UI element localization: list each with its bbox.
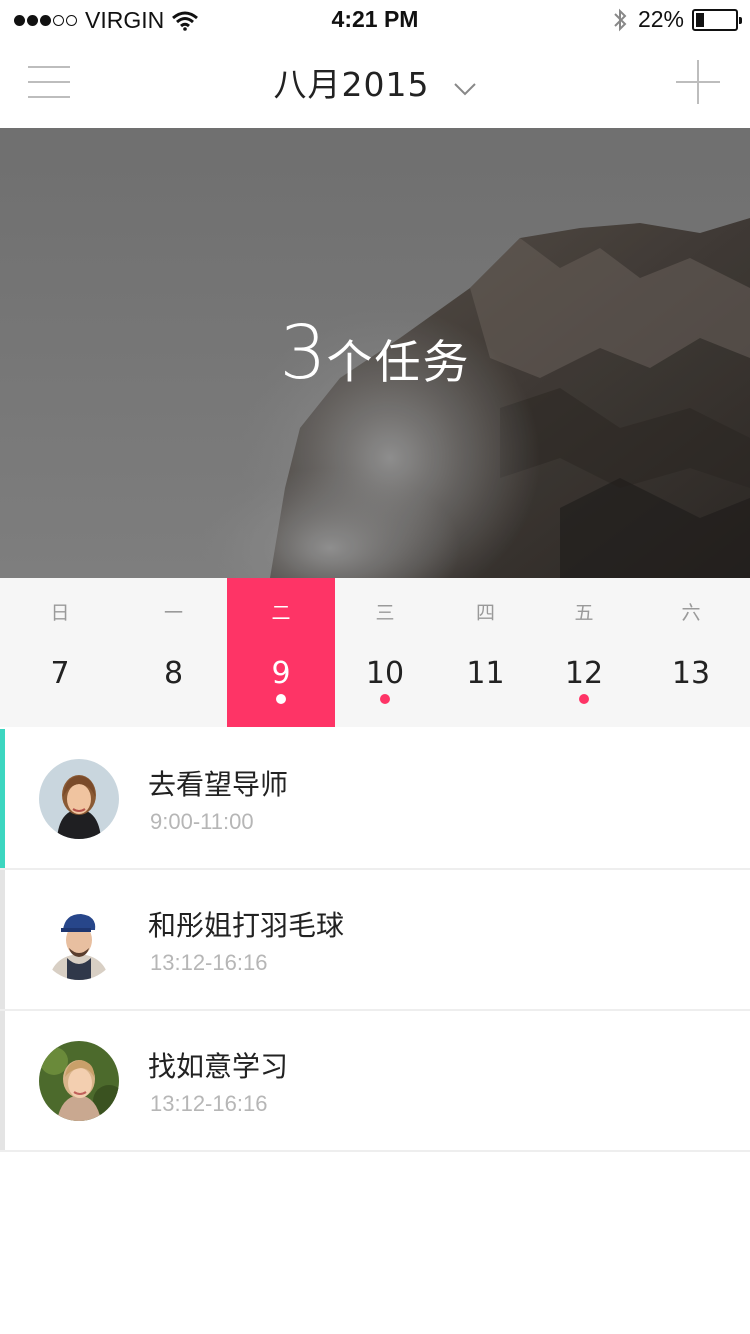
day-weekday-label: 一 xyxy=(163,602,183,624)
task-indicator-dot xyxy=(276,694,286,704)
task-time: 9:00-11:00 xyxy=(150,809,254,834)
day-cell[interactable]: 一8 xyxy=(120,578,227,727)
task-row[interactable]: 去看望导师 9:00-11:00 xyxy=(0,729,750,870)
task-status-bar xyxy=(0,1011,5,1150)
day-weekday-label: 五 xyxy=(574,602,594,624)
plus-icon[interactable] xyxy=(676,60,720,104)
task-time: 13:12-16:16 xyxy=(150,950,268,975)
month-selector[interactable]: 八月2015 xyxy=(0,58,750,106)
day-cell[interactable]: 三 10 xyxy=(335,578,435,727)
battery-fill xyxy=(696,12,704,27)
avatar xyxy=(39,759,119,839)
task-title: 去看望导师 xyxy=(148,768,289,801)
chevron-down-icon[interactable] xyxy=(453,82,477,96)
day-cell[interactable]: 二9 xyxy=(227,578,335,727)
task-status-bar xyxy=(0,729,5,868)
week-strip: 日 7 一 8 二 9 三 10 四 11 五 12 六 13 xyxy=(0,578,750,727)
day-weekday-label: 四 xyxy=(475,602,495,624)
task-indicator-dot xyxy=(579,694,589,704)
avatar xyxy=(39,1041,119,1121)
day-date-label: 10 xyxy=(365,656,405,691)
month-title[interactable]: 八月2015 xyxy=(273,65,429,104)
task-list: 去看望导师 9:00-11:00 和彤姐打羽毛球 13:12-16:16 找如意学习 13… xyxy=(0,729,750,1152)
task-status-bar xyxy=(0,870,5,1009)
task-row[interactable]: 和彤姐打羽毛球 13:12-16:16 xyxy=(0,870,750,1011)
day-date-label: 7 xyxy=(50,656,70,691)
task-title: 找如意学习 xyxy=(148,1050,289,1083)
battery-nub xyxy=(739,16,742,24)
status-right: 22% xyxy=(612,6,742,33)
task-indicator-dot xyxy=(380,694,390,704)
day-weekday-label: 日 xyxy=(50,602,70,624)
day-date-label: 11 xyxy=(466,656,505,691)
day-cell[interactable]: 四 11 xyxy=(435,578,536,727)
day-date-label: 8 xyxy=(163,656,184,691)
day-cell[interactable]: 日7 xyxy=(0,578,120,727)
day-cell[interactable]: 六 13 xyxy=(632,578,750,727)
bluetooth-icon xyxy=(614,8,627,31)
task-title: 和彤姐打羽毛球 xyxy=(148,909,345,942)
status-bar: VIRGIN 4:21 PM 22% xyxy=(0,0,750,40)
task-count: 3 xyxy=(279,310,327,396)
nav-bar: 八月2015 xyxy=(0,40,750,128)
day-weekday-label: 三 xyxy=(375,602,395,624)
day-cell[interactable]: 五 12 xyxy=(536,578,632,727)
battery-percent: 22% xyxy=(637,6,684,32)
hero-banner: 3个任务 xyxy=(0,128,750,578)
task-time: 13:12-16:16 xyxy=(150,1091,268,1116)
day-weekday-label: 六 xyxy=(681,602,701,624)
task-row[interactable]: 找如意学习 13:12-16:16 xyxy=(0,1011,750,1152)
task-count-label: 个任务 xyxy=(326,335,471,389)
task-count-heading: 3个任务 xyxy=(0,310,750,396)
day-weekday-label: 二 xyxy=(271,602,291,624)
avatar xyxy=(39,900,119,980)
day-date-label: 12 xyxy=(564,656,604,691)
battery-icon xyxy=(692,8,742,31)
day-date-label: 9 xyxy=(271,656,291,691)
day-date-label: 13 xyxy=(671,656,711,691)
